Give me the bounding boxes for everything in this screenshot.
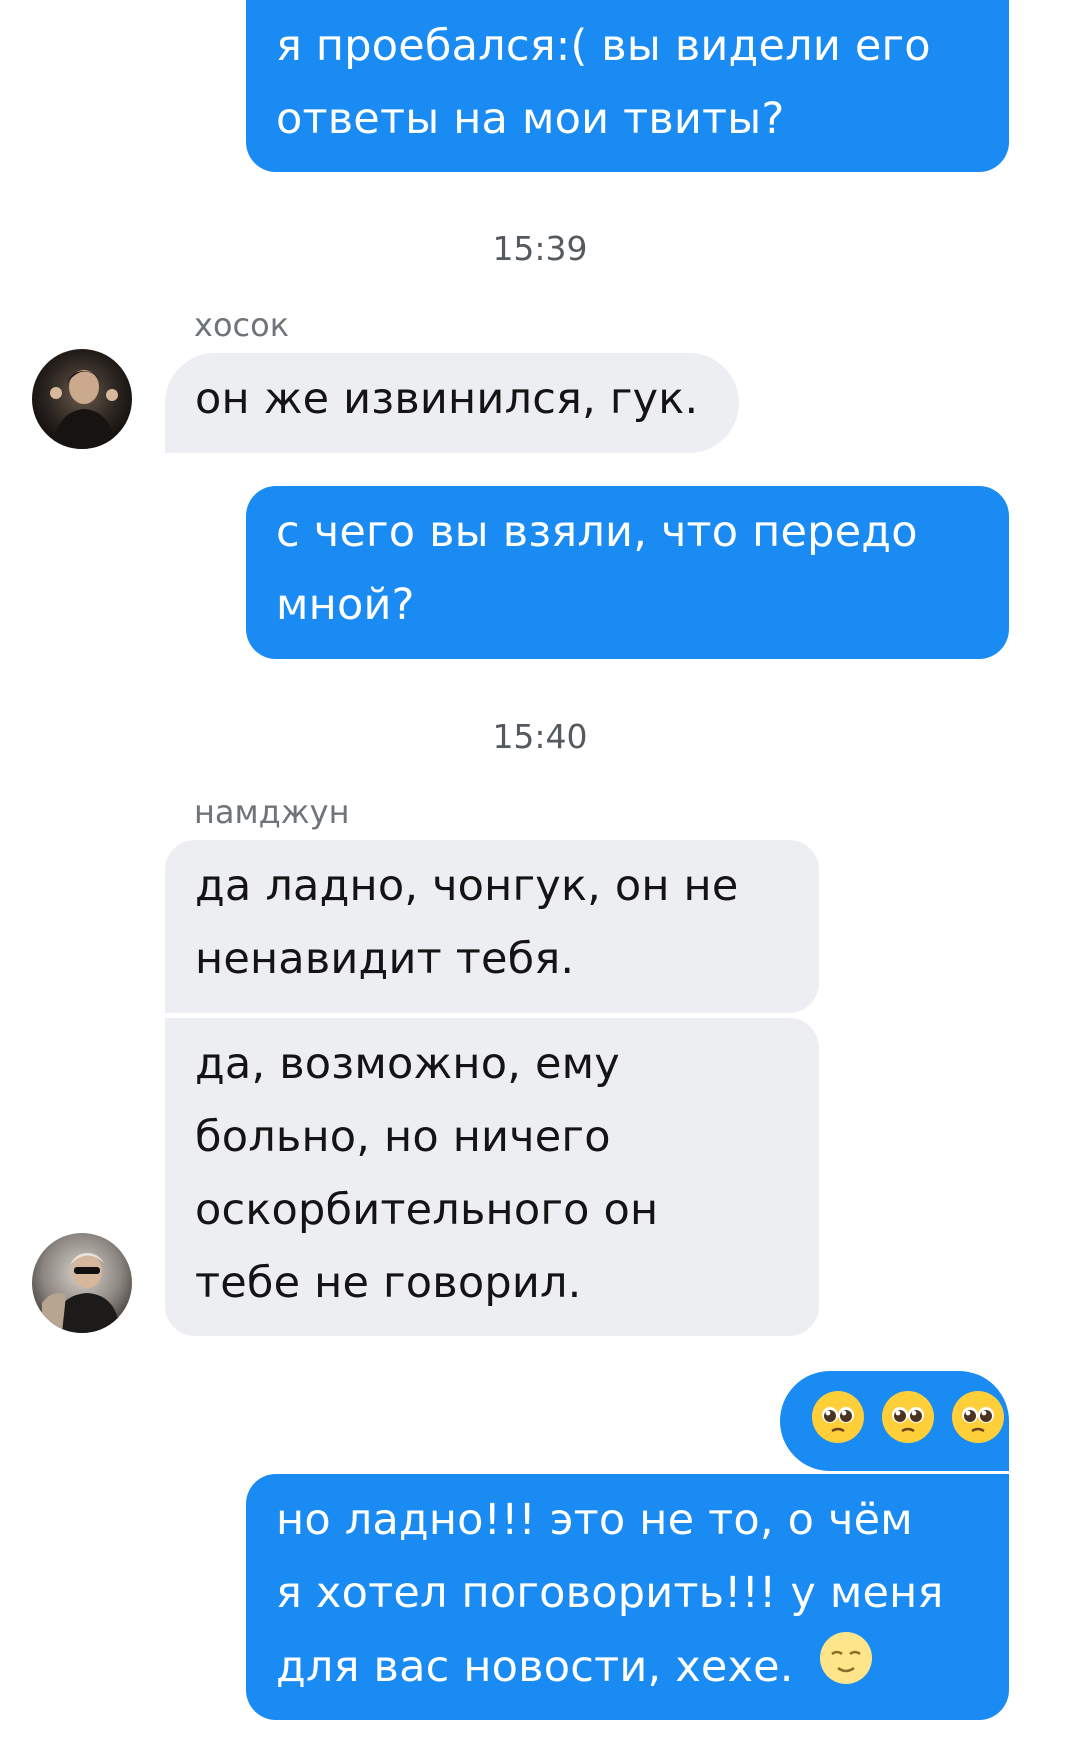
message-line: ответы на мои твиты? [276, 94, 785, 144]
message-line: тебе не говорил. [195, 1258, 582, 1308]
incoming-message-bubble[interactable]: он же извинился, гук. [165, 353, 739, 453]
message-line: мной? [276, 580, 415, 630]
sender-name: намджун [194, 793, 350, 831]
outgoing-message-bubble[interactable]: я проебался:( вы видели его ответы на мо… [246, 0, 1009, 172]
timestamp: 15:40 [492, 717, 588, 756]
avatar-photo-icon [32, 1233, 132, 1333]
timestamp: 15:39 [492, 229, 588, 268]
pleading-face-emoji [950, 1389, 1006, 1463]
outgoing-message-bubble[interactable]: с чего вы взяли, что передо мной? [246, 486, 1009, 659]
pleading-face-emoji [810, 1389, 866, 1463]
message-line: оскорбительного он [195, 1185, 659, 1235]
message-line: я хотел поговорить!!! у меня [276, 1568, 944, 1618]
avatar[interactable] [32, 1233, 132, 1333]
message-line: я проебался:( вы видели его [276, 21, 931, 71]
pleading-face-emoji [880, 1389, 936, 1463]
sender-name: хосок [194, 306, 290, 344]
message-line: да, возможно, ему [195, 1039, 620, 1089]
message-line: да ладно, чонгук, он не [195, 861, 739, 911]
outgoing-message-bubble[interactable]: но ладно!!! это не то, о чём я хотел пог… [246, 1474, 1009, 1720]
message-line: но ладно!!! это не то, о чём [276, 1495, 913, 1545]
incoming-message-bubble[interactable]: да, возможно, ему больно, но ничего оско… [165, 1018, 819, 1336]
message-line: ненавидит тебя. [195, 934, 575, 984]
smiling-face-emoji [818, 1630, 874, 1709]
message-line: для вас новости, хехе. [276, 1630, 979, 1709]
incoming-message-bubble[interactable]: да ладно, чонгук, он не ненавидит тебя. [165, 840, 819, 1013]
message-line: он же извинился, гук. [195, 374, 699, 424]
avatar-photo-icon [32, 349, 132, 449]
outgoing-emoji-bubble[interactable] [780, 1371, 1009, 1471]
message-text: для вас новости, хехе. [276, 1642, 794, 1692]
avatar[interactable] [32, 349, 132, 449]
message-line: больно, но ничего [195, 1112, 611, 1162]
chat-screen: я проебался:( вы видели его ответы на мо… [0, 0, 1080, 1754]
message-line: с чего вы взяли, что передо [276, 507, 918, 557]
